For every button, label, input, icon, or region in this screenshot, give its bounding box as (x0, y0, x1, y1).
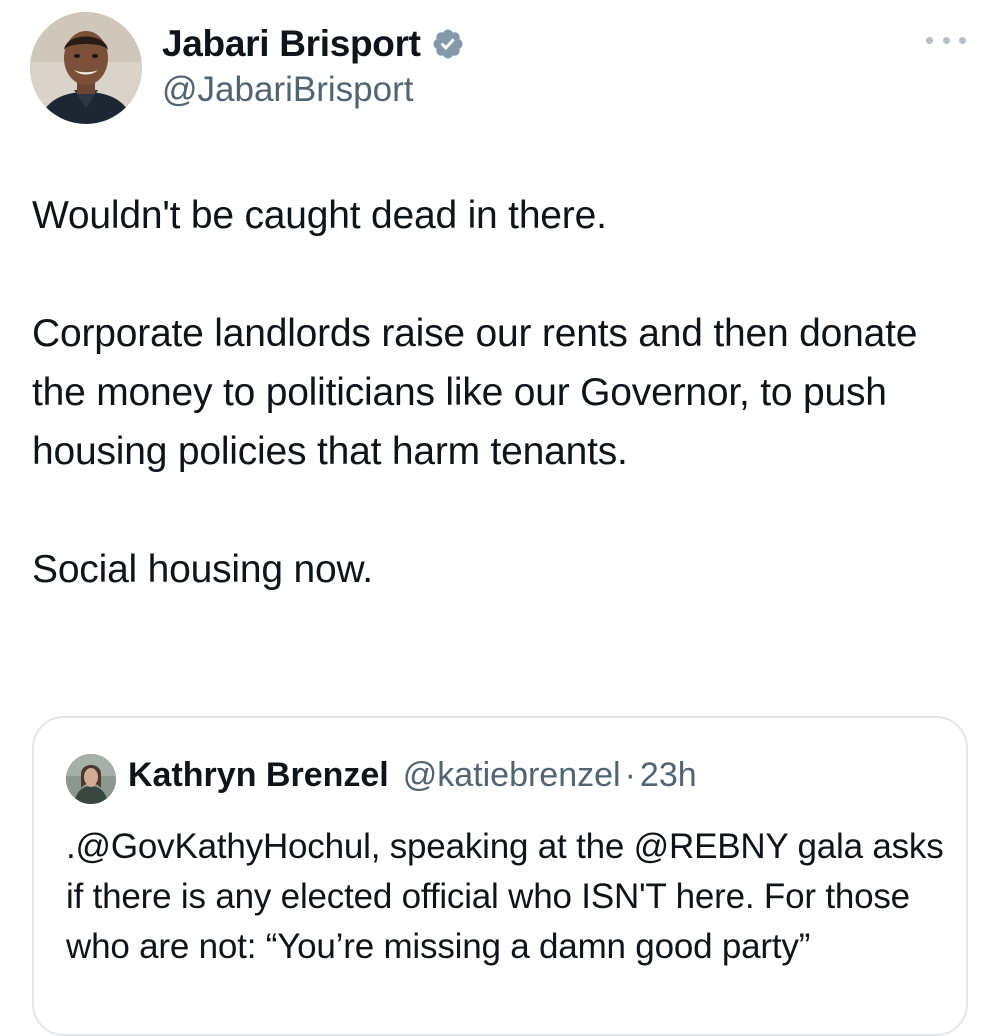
quoted-timestamp[interactable]: 23h (640, 756, 697, 795)
more-horizontal-icon[interactable] (926, 30, 966, 50)
author-avatar[interactable] (30, 12, 142, 124)
quoted-header: Kathryn Brenzel @katiebrenzel · 23h (128, 756, 697, 795)
tweet-paragraph: Corporate landlords raise our rents and … (32, 312, 918, 473)
tweet-text: Wouldn't be caught dead in there. Corpor… (32, 186, 952, 599)
tweet-paragraph: Wouldn't be caught dead in there. (32, 194, 607, 237)
tweet-paragraph: Social housing now. (32, 548, 373, 591)
quoted-tweet-text: .@GovKathyHochul, speaking at the @REBNY… (66, 827, 944, 966)
verified-badge-icon[interactable] (431, 27, 465, 61)
author-handle[interactable]: @JabariBrisport (162, 70, 465, 110)
quoted-author-handle[interactable]: @katiebrenzel (403, 756, 621, 795)
quoted-separator: · (624, 756, 636, 794)
more-dot (942, 36, 950, 44)
quoted-tweet[interactable]: Kathryn Brenzel @katiebrenzel · 23h .@Go… (32, 716, 968, 1036)
more-dot (959, 36, 966, 44)
more-dot (926, 36, 933, 44)
author-name-row: Jabari Brisport (162, 20, 465, 68)
quoted-author-avatar[interactable] (66, 754, 116, 804)
quoted-author-name[interactable]: Kathryn Brenzel (128, 756, 389, 795)
author-block: Jabari Brisport @JabariBrisport (162, 20, 465, 110)
author-name[interactable]: Jabari Brisport (162, 23, 421, 65)
